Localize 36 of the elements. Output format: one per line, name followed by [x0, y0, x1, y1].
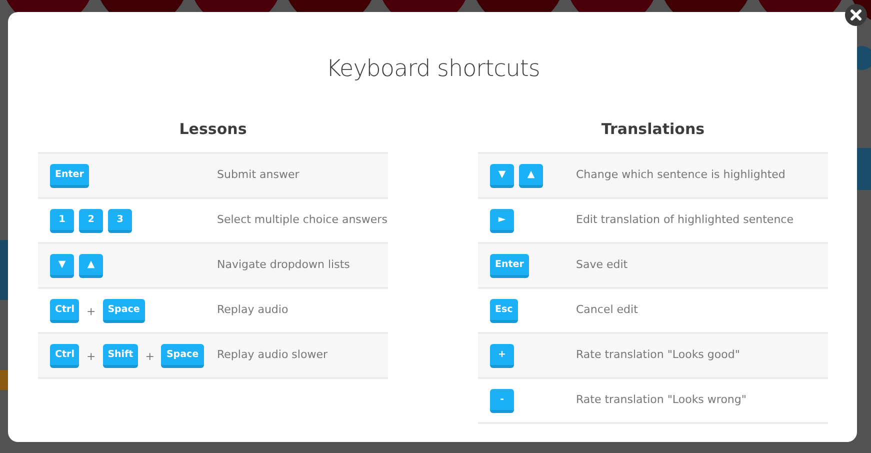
- keyboard-key: Ctrl: [50, 299, 80, 323]
- shortcut-description: Replay audio slower: [217, 347, 328, 363]
- shortcut-description: Replay audio: [217, 302, 290, 318]
- keyboard-key: ▲: [79, 254, 103, 278]
- shortcut-description: Cancel edit: [576, 302, 639, 318]
- keyboard-key: Shift: [102, 344, 138, 368]
- keyboard-key: ▼: [490, 164, 514, 188]
- section-heading: Translations: [600, 120, 706, 138]
- plus-sign: +: [85, 304, 97, 318]
- keyboard-key: 3: [108, 209, 132, 233]
- keyboard-key: +: [490, 344, 514, 368]
- keyboard-key: Space: [102, 299, 145, 323]
- keyboard-key: Enter: [490, 254, 529, 278]
- shortcut-description: Save edit: [576, 257, 629, 273]
- keyboard-key: Space: [161, 344, 204, 368]
- shortcut-description: Rate translation "Looks good": [576, 347, 741, 363]
- shortcut-description: Rate translation "Looks wrong": [576, 392, 748, 408]
- keyboard-key: ▲: [519, 164, 543, 188]
- keyboard-key: ►: [490, 209, 514, 233]
- keyboard-key: ▼: [50, 254, 74, 278]
- close-icon[interactable]: [844, 3, 868, 27]
- dialog-title: Keyboard shortcuts: [326, 56, 540, 82]
- shortcut-description: Select multiple choice answers: [217, 212, 388, 228]
- shortcut-description: Navigate dropdown lists: [217, 257, 351, 273]
- shortcut-description: Change which sentence is highlighted: [576, 167, 786, 183]
- keyboard-key: -: [490, 389, 514, 413]
- shortcut-description: Edit translation of highlighted sentence: [576, 212, 794, 228]
- keyboard-key: 1: [50, 209, 74, 233]
- keyboard-key: Esc: [490, 299, 518, 323]
- keyboard-key: Ctrl: [50, 344, 80, 368]
- plus-sign: +: [144, 350, 156, 362]
- shortcut-description: Submit answer: [217, 167, 300, 183]
- section-heading: Lessons: [178, 120, 248, 138]
- plus-sign: +: [85, 350, 97, 362]
- keyboard-key: Enter: [50, 164, 89, 188]
- keyboard-key: 2: [79, 209, 103, 233]
